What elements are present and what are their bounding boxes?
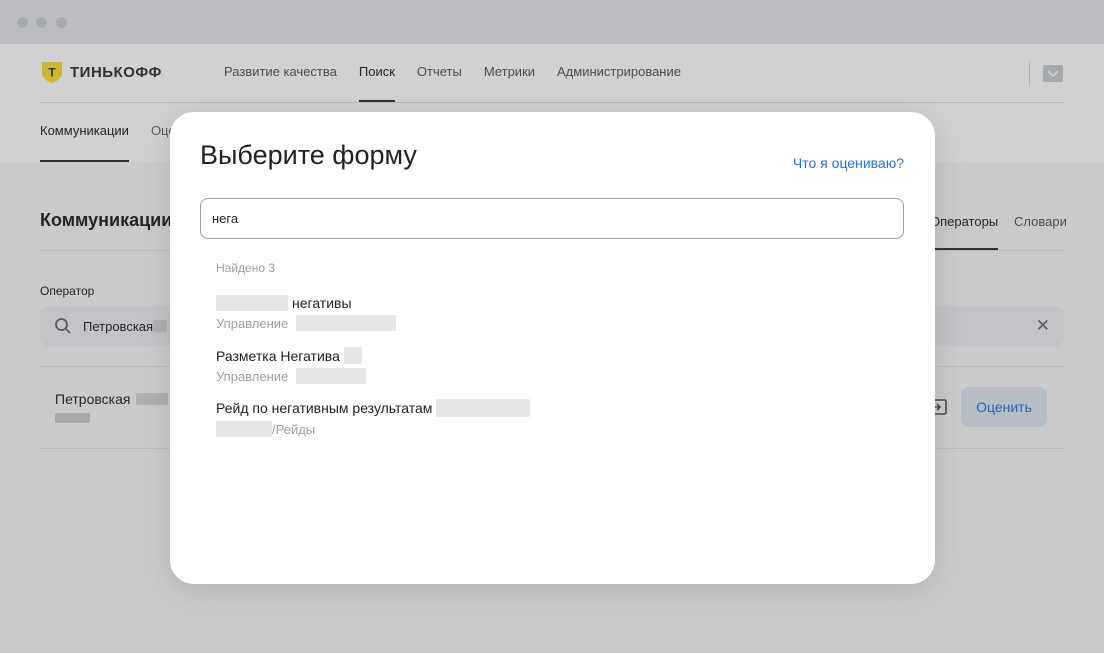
result-title: Рейд по негативным результатам — [216, 400, 433, 416]
list-item[interactable]: Разметка Негатива Управление — [216, 347, 367, 384]
help-link[interactable]: Что я оцениваю? — [793, 155, 904, 171]
result-title: Разметка Негатива — [216, 347, 340, 364]
form-search-input[interactable] — [200, 198, 904, 239]
result-subtitle: /Рейды — [272, 421, 316, 437]
select-form-modal: Выберите форму Что я оцениваю? Найдено 3… — [170, 112, 935, 584]
redacted-text — [216, 421, 272, 437]
result-subtitle: Управление — [216, 368, 289, 384]
found-count: Найдено 3 — [216, 261, 276, 275]
modal-title: Выберите форму — [200, 140, 417, 170]
redacted-text — [296, 368, 367, 384]
redacted-text — [436, 399, 531, 417]
list-item[interactable]: негативы Управление — [216, 295, 397, 331]
redacted-text — [296, 315, 397, 331]
result-title: негативы — [292, 295, 352, 311]
redacted-text — [343, 347, 362, 364]
redacted-text — [216, 295, 288, 311]
result-subtitle: Управление — [216, 315, 289, 331]
list-item[interactable]: Рейд по негативным результатам /Рейды — [216, 399, 531, 437]
